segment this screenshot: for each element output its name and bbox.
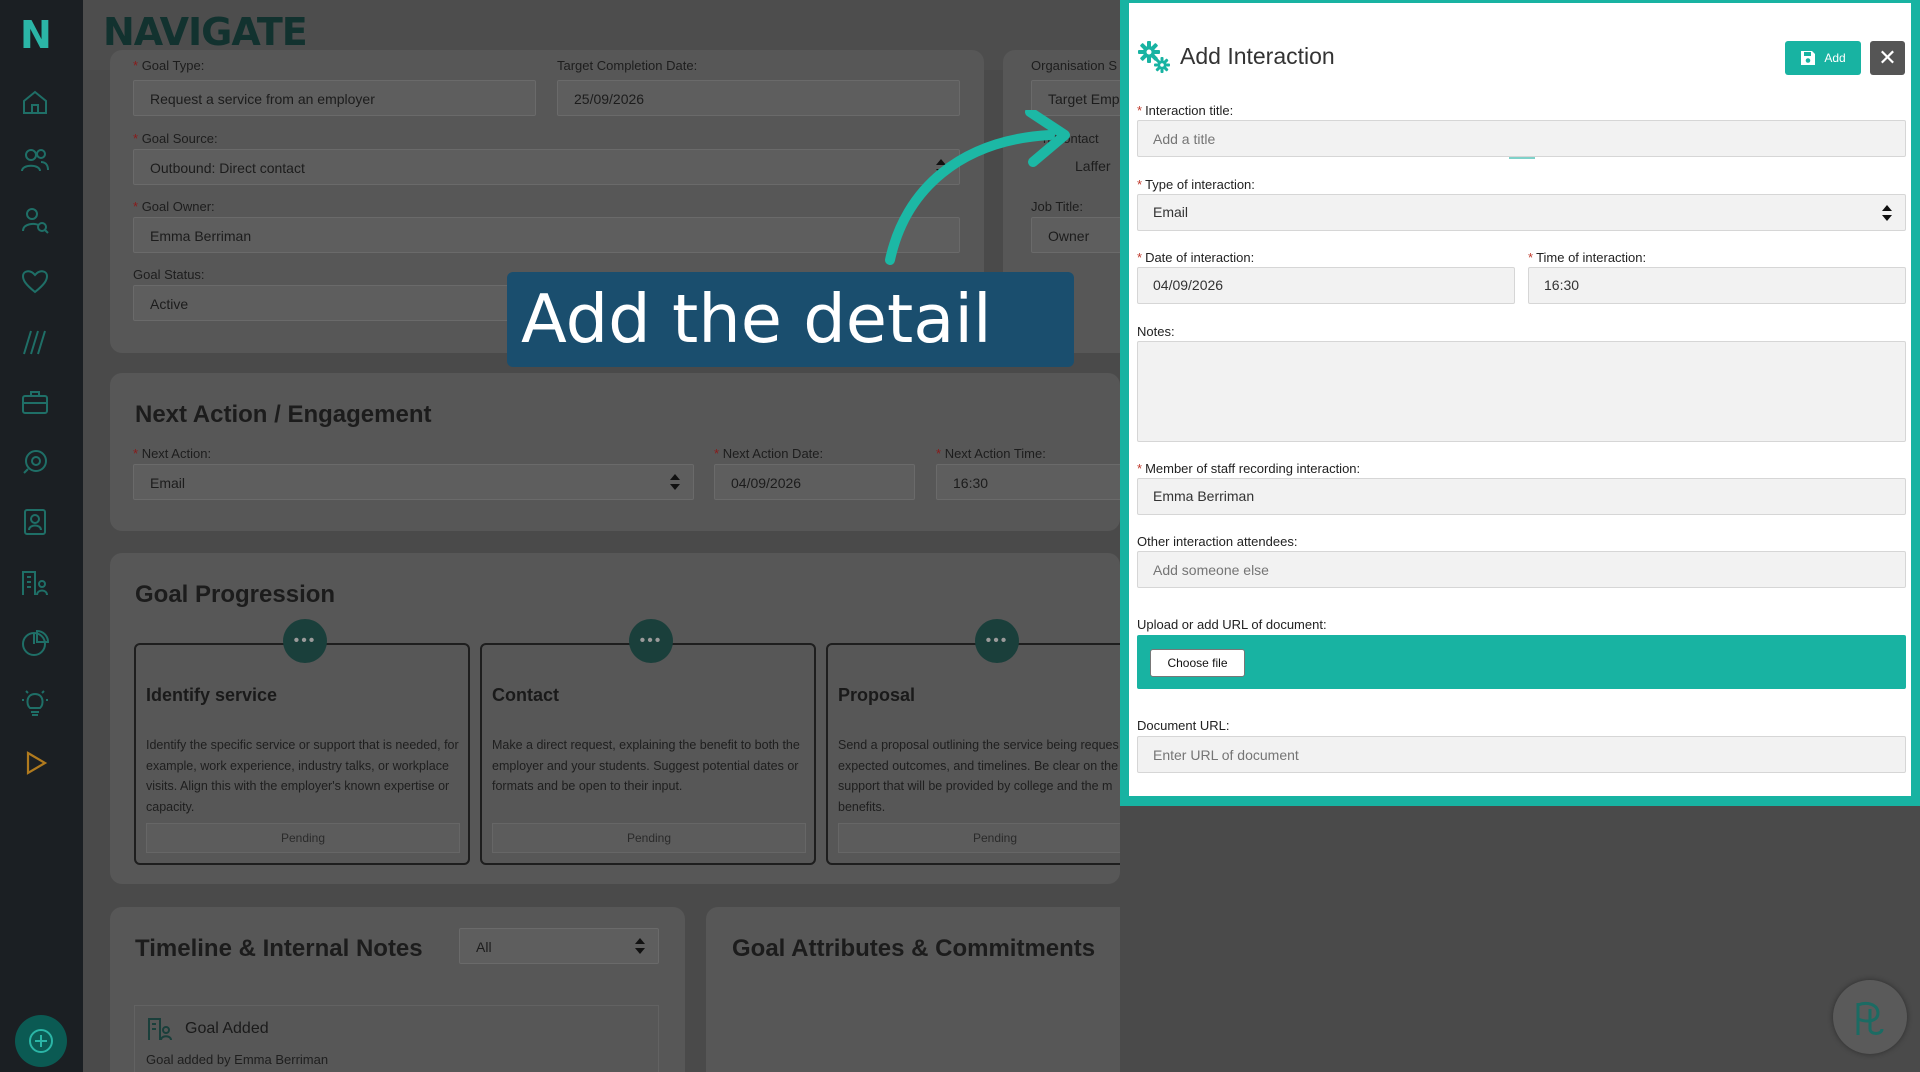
goal-progression-title: Goal Progression <box>135 581 336 608</box>
contact-card-icon[interactable] <box>18 505 52 539</box>
goal-type-label: * Goal Type: <box>133 58 205 73</box>
curved-arrow-icon <box>885 110 1070 265</box>
goal-owner-label: * Goal Owner: <box>133 199 215 214</box>
next-action-date-label: * Next Action Date: <box>714 446 824 461</box>
select-arrows-icon <box>670 474 680 490</box>
more-options-icon[interactable]: ••• <box>975 619 1019 663</box>
goal-source-select[interactable]: Outbound: Direct contact <box>133 149 960 185</box>
attributes-card <box>706 907 1120 1072</box>
interaction-type-value: Email <box>1153 204 1189 220</box>
building-people-icon <box>148 1018 172 1041</box>
pie-chart-icon[interactable] <box>18 626 52 660</box>
step-card[interactable]: ••• Contact Make a direct request, expla… <box>480 619 816 865</box>
people-icon[interactable] <box>18 143 52 177</box>
next-action-select[interactable]: Email <box>133 464 694 500</box>
step-status[interactable]: Pending <box>146 823 460 853</box>
step-description: Identify the specific service or support… <box>146 738 459 814</box>
next-action-value: Email <box>150 475 186 491</box>
interaction-date-field[interactable]: 04/09/2026 <box>1137 267 1515 304</box>
close-button[interactable]: ✕ <box>1870 41 1905 75</box>
interaction-title-label: * Interaction title: <box>1137 103 1234 118</box>
step-description: Make a direct request, explaining the be… <box>492 738 800 793</box>
document-url-input[interactable] <box>1137 736 1906 773</box>
step-status[interactable]: Pending <box>838 823 1120 853</box>
goal-status-field[interactable]: Active <box>133 285 536 321</box>
interaction-time-label: * Time of interaction: <box>1528 250 1647 265</box>
home-icon[interactable] <box>18 85 52 119</box>
interaction-date-label: * Date of interaction: <box>1137 250 1255 265</box>
modal-title: Add Interaction <box>1180 43 1335 69</box>
slashes-icon[interactable] <box>18 325 52 359</box>
timeline-filter-select[interactable]: All <box>459 928 659 964</box>
notes-textarea[interactable] <box>1137 341 1906 442</box>
add-button-label: Add <box>1824 51 1846 65</box>
attendees-input[interactable] <box>1137 551 1906 588</box>
input-focus-indicator <box>1509 157 1535 159</box>
upload-area[interactable] <box>1137 635 1906 689</box>
close-icon: ✕ <box>1878 45 1897 70</box>
more-options-icon[interactable]: ••• <box>283 619 327 663</box>
briefcase-icon[interactable] <box>18 385 52 419</box>
target-completion-label: Target Completion Date: <box>557 58 698 73</box>
interaction-time-field[interactable]: 16:30 <box>1528 267 1906 304</box>
brand-text: NAVIGATE <box>103 10 308 54</box>
next-action-title: Next Action / Engagement <box>135 401 432 428</box>
step-card[interactable]: ••• Identify service Identify the specif… <box>134 619 470 865</box>
select-arrows-icon <box>635 938 645 954</box>
step-title: Contact <box>492 685 559 705</box>
heart-icon[interactable] <box>18 264 52 298</box>
more-options-icon[interactable]: ••• <box>629 619 673 663</box>
help-widget-icon[interactable] <box>1833 980 1907 1054</box>
goal-source-label: * Goal Source: <box>133 131 218 146</box>
organisation-label: Organisation S <box>1031 58 1117 73</box>
save-icon <box>1801 51 1816 65</box>
sidebar: N <box>0 0 83 1072</box>
add-button[interactable]: Add <box>1785 41 1861 75</box>
timeline-title: Timeline & Internal Notes <box>135 935 423 962</box>
step-card[interactable]: ••• Proposal Send a proposal outlining t… <box>826 619 1120 865</box>
step-status[interactable]: Pending <box>492 823 806 853</box>
attributes-title: Goal Attributes & Commitments <box>732 935 1096 962</box>
next-action-date-field[interactable]: 04/09/2026 <box>714 464 915 500</box>
gears-icon <box>1138 41 1170 73</box>
play-icon[interactable] <box>18 746 52 780</box>
step-description: Send a proposal outlining the service be… <box>838 738 1119 814</box>
upload-label: Upload or add URL of document: <box>1137 617 1327 632</box>
app-logo[interactable]: N <box>20 14 54 56</box>
user-search-icon[interactable] <box>18 203 52 237</box>
timeline-entry-text: Goal added by Emma Berriman <box>146 1052 329 1067</box>
next-action-label: * Next Action: <box>133 446 212 461</box>
tutorial-tooltip: Add the detail <box>507 272 1074 367</box>
timeline-filter-value: All <box>476 939 492 955</box>
plus-circle-icon[interactable] <box>15 1015 67 1067</box>
attendees-label: Other interaction attendees: <box>1137 534 1298 549</box>
goal-status-label: Goal Status: <box>133 267 205 282</box>
document-url-label: Document URL: <box>1137 718 1230 733</box>
next-action-time-label: * Next Action Time: <box>936 446 1046 461</box>
staff-field[interactable]: Emma Berriman <box>1137 478 1906 515</box>
dimmed-backdrop <box>1120 806 1920 1072</box>
interaction-type-select[interactable]: Email <box>1137 194 1906 231</box>
goal-owner-field[interactable]: Emma Berriman <box>133 217 960 253</box>
interaction-type-label: * Type of interaction: <box>1137 177 1255 192</box>
goal-source-value: Outbound: Direct contact <box>150 160 305 176</box>
choose-file-button[interactable]: Choose file <box>1150 649 1245 677</box>
lightbulb-icon[interactable] <box>18 686 52 720</box>
timeline-entry-title: Goal Added <box>185 1020 269 1037</box>
brand-logo[interactable]: NAVIGATE <box>103 10 308 54</box>
interaction-title-input[interactable] <box>1137 120 1906 157</box>
goal-type-field[interactable]: Request a service from an employer <box>133 80 536 116</box>
notes-label: Notes: <box>1137 324 1175 339</box>
rocket-icon[interactable] <box>18 445 52 479</box>
building-people-icon[interactable] <box>18 566 52 600</box>
step-title: Proposal <box>838 685 916 705</box>
select-arrows-icon <box>1882 205 1892 221</box>
step-title: Identify service <box>146 685 278 705</box>
next-action-time-field[interactable]: 16:30 <box>936 464 1120 500</box>
staff-label: * Member of staff recording interaction: <box>1137 461 1361 476</box>
